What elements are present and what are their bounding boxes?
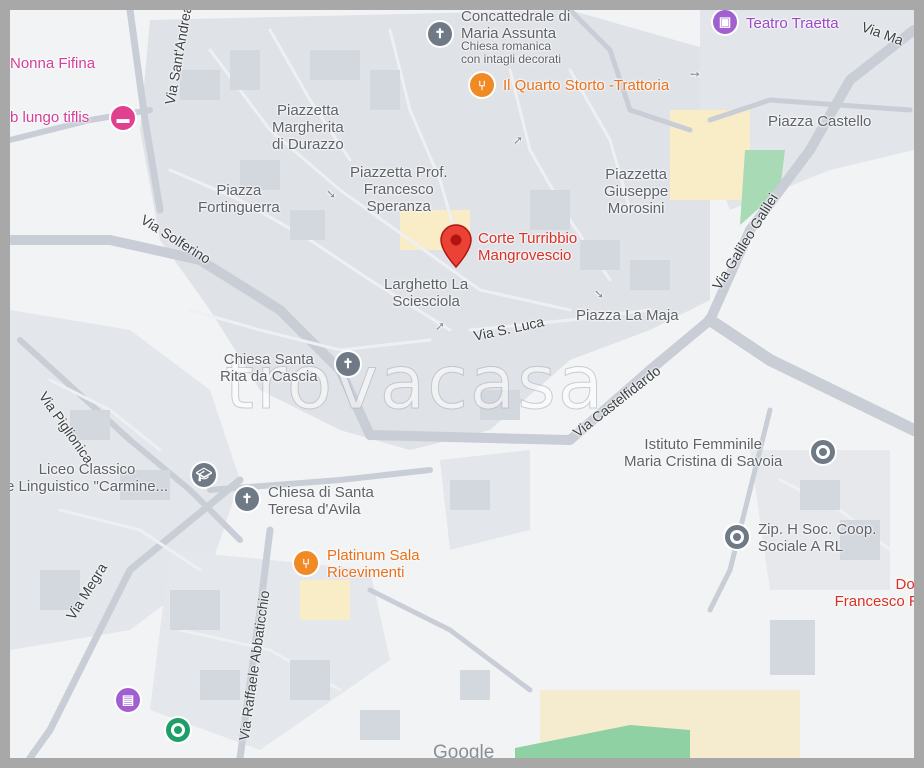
hotel-icon[interactable]: ▬ (111, 106, 135, 130)
place-icon[interactable] (725, 525, 749, 549)
poi-label-liceo-classico[interactable]: Liceo Classico e Linguistico "Carmine... (10, 461, 168, 495)
area-label-piazzetta-prof-speranza: Piazzetta Prof. Francesco Speranza (350, 164, 448, 215)
arrow-icon: ➙ (690, 67, 701, 81)
arrow-icon: ➘ (326, 187, 337, 201)
church-icon[interactable]: ✝ (336, 352, 360, 376)
poi-label-chiesa-santa-teresa[interactable]: Chiesa di Santa Teresa d'Avila (268, 484, 374, 518)
area-label-piazza-fortinguerra: Piazza Fortinguerra (198, 182, 280, 216)
arrow-icon: ➘ (594, 287, 605, 301)
poi-desc-concattedrale: Chiesa romanica con intagli decorati (461, 39, 562, 66)
poi-label-dott-francesco[interactable]: Dott Francesco Ri (813, 576, 914, 610)
poi-label-bb-lungo-tiflis[interactable]: b lungo tiflis (10, 109, 89, 126)
google-logo: Google (433, 742, 495, 758)
area-label-piazzetta-morosini: Piazzetta Giuseppe Morosini (604, 166, 669, 217)
school-icon[interactable]: 🎓︎ (192, 463, 216, 487)
area-label-piazzetta-margherita: Piazzetta Margherita di Durazzo (272, 102, 344, 153)
map-frame: trovacasa Via Ma Via Sant'Andrea Via Sol… (0, 0, 924, 768)
shopping-icon[interactable]: ▤ (116, 688, 140, 712)
poi-label-concattedrale[interactable]: Concattedrale di Maria Assunta (461, 10, 570, 42)
poi-label-istituto-femminile[interactable]: Istituto Femminile Maria Cristina di Sav… (624, 436, 782, 470)
area-label-piazza-la-maja: Piazza La Maja (576, 307, 679, 324)
place-icon[interactable] (811, 440, 835, 464)
poi-label-platinum-sala[interactable]: Platinum Sala Ricevimenti (327, 547, 420, 581)
poi-label-teatro-traetta[interactable]: Teatro Traetta (746, 15, 839, 32)
poi-label-zip-h-soc-coop[interactable]: Zip. H Soc. Coop. Sociale A RL (758, 521, 876, 555)
church-icon[interactable]: ✝ (235, 487, 259, 511)
area-label-larghetto-la-sciesciola: Larghetto La Sciesciola (384, 276, 469, 310)
poi-label-chiesa-santa-rita[interactable]: Chiesa Santa Rita da Cascia (220, 351, 318, 385)
poi-label-quarto-storto[interactable]: Il Quarto Storto -Trattoria (503, 77, 669, 94)
restaurant-icon[interactable]: ⑂ (294, 551, 318, 575)
selected-place-label[interactable]: Corte Turribbio Mangrovescio (478, 230, 577, 264)
theater-icon[interactable]: ▣ (713, 10, 737, 34)
church-icon[interactable]: ✝ (428, 22, 452, 46)
poi-label-nonna-fifina[interactable]: Nonna Fifina (10, 55, 95, 72)
location-pin-icon[interactable] (440, 224, 472, 268)
area-label-piazza-castello: Piazza Castello (768, 113, 872, 130)
restaurant-icon[interactable]: ⑂ (470, 73, 494, 97)
arrow-icon: ➚ (513, 133, 524, 147)
arrow-icon: ➚ (435, 319, 446, 333)
map-canvas[interactable]: trovacasa Via Ma Via Sant'Andrea Via Sol… (10, 10, 914, 758)
park-icon[interactable] (166, 718, 190, 742)
